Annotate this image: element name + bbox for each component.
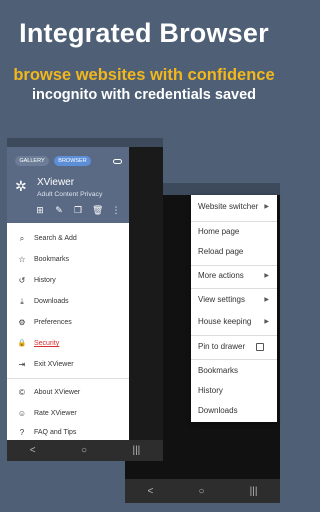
search-icon: ⌕ [19, 234, 25, 243]
drawer-item-label: History [34, 277, 56, 284]
drawer-item-bookmarks[interactable]: ☆ Bookmarks [7, 250, 129, 270]
left-phone-screen: GALLERY BROWSER ✲ XViewer Adult Content … [7, 138, 163, 461]
drawer-item-rate[interactable]: ☺ Rate XViewer [7, 404, 129, 424]
menu-item-label: View settings [198, 295, 245, 304]
navigation-bar: < ○ ||| [7, 440, 163, 461]
menu-item-more-actions[interactable]: More actions ▶ [191, 266, 277, 286]
menu-item-label: Downloads [198, 406, 238, 415]
smile-icon: ☺ [17, 409, 27, 418]
pin-checkbox[interactable] [256, 343, 264, 351]
exit-icon: ⇥ [18, 360, 26, 369]
menu-item-pin-to-drawer[interactable]: Pin to drawer [191, 337, 277, 357]
drawer-item-security[interactable]: 🔒 Security [7, 334, 129, 354]
promo-subtitle-1: browse websites with confidence [13, 66, 275, 84]
menu-item-label: History [198, 386, 223, 395]
menu-item-label: Website switcher [198, 202, 259, 211]
toggle-icon[interactable] [113, 159, 122, 164]
menu-divider [191, 359, 277, 360]
menu-item-house-keeping[interactable]: House keeping ▶ [191, 312, 277, 332]
menu-item-label: Home page [198, 227, 240, 236]
submenu-arrow-icon: ▶ [264, 204, 269, 210]
navigation-bar: < ○ ||| [125, 479, 280, 503]
more-vert-icon[interactable]: ⋮ [111, 205, 121, 215]
menu-item-label: Pin to drawer [198, 342, 246, 351]
drawer-item-history[interactable]: ↺ History [7, 271, 129, 291]
tab-browser[interactable]: BROWSER [54, 156, 91, 166]
menu-item-label: House keeping [198, 317, 252, 326]
submenu-arrow-icon: ▶ [264, 273, 269, 279]
edit-icon[interactable]: ✎ [54, 205, 64, 215]
drawer-item-label: Preferences [34, 319, 72, 326]
drawer-item-label: Exit XViewer [34, 361, 74, 368]
promo-headline: Integrated Browser [19, 18, 269, 48]
drawer-item-exit[interactable]: ⇥ Exit XViewer [7, 355, 129, 375]
status-bar [7, 138, 163, 147]
menu-item-reload-page[interactable]: Reload page [191, 242, 277, 262]
home-nav-icon[interactable]: ○ [81, 445, 87, 456]
app-subtitle: Adult Content Privacy [37, 191, 103, 198]
drawer-header: GALLERY BROWSER ✲ XViewer Adult Content … [7, 147, 129, 223]
drawer-divider [7, 378, 129, 379]
drawer-item-search-add[interactable]: ⌕ Search & Add [7, 229, 129, 249]
back-nav-icon[interactable]: < [148, 486, 154, 497]
submenu-arrow-icon: ▶ [264, 297, 269, 303]
back-nav-icon[interactable]: < [30, 445, 36, 456]
menu-item-label: More actions [198, 271, 244, 280]
home-nav-icon[interactable]: ○ [198, 486, 204, 497]
menu-item-website-switcher[interactable]: Website switcher ▶ [191, 197, 277, 217]
menu-divider [191, 335, 277, 336]
drawer-item-downloads[interactable]: ⤓ Downloads [7, 292, 129, 312]
drawer-item-label: Search & Add [34, 235, 77, 242]
recents-nav-icon[interactable]: ||| [132, 445, 140, 456]
download-icon: ⤓ [20, 297, 24, 306]
app-logo-icon: ✲ [15, 178, 27, 194]
drawer-item-label: Bookmarks [34, 256, 70, 263]
recents-nav-icon[interactable]: ||| [250, 486, 258, 497]
trash-icon[interactable]: 🗑 [92, 205, 103, 215]
menu-item-view-settings[interactable]: View settings ▶ [191, 290, 277, 310]
drawer-item-label: Security [34, 340, 60, 347]
copy-icon[interactable]: ❐ [73, 205, 83, 215]
navigation-drawer: GALLERY BROWSER ✲ XViewer Adult Content … [7, 147, 129, 440]
add-icon[interactable]: ⊞ [35, 205, 45, 215]
lock-icon: 🔒 [17, 340, 27, 347]
tab-gallery[interactable]: GALLERY [15, 156, 49, 166]
menu-item-home-page[interactable]: Home page [191, 222, 277, 242]
menu-item-history[interactable]: History [191, 381, 277, 401]
drawer-item-label: Downloads [34, 298, 69, 305]
history-icon: ↺ [18, 276, 26, 285]
drawer-item-preferences[interactable]: ⚙ Preferences [7, 313, 129, 333]
help-icon: ? [19, 428, 25, 437]
drawer-item-label: Rate XViewer [34, 410, 77, 417]
drawer-item-about[interactable]: © About XViewer [7, 383, 129, 403]
menu-item-bookmarks[interactable]: Bookmarks [191, 361, 277, 381]
submenu-arrow-icon: ▶ [264, 319, 269, 325]
drawer-item-label: About XViewer [34, 389, 81, 396]
menu-divider [191, 288, 277, 289]
gear-icon: ⚙ [18, 318, 26, 327]
star-icon: ☆ [18, 255, 26, 264]
menu-item-label: Bookmarks [198, 366, 239, 375]
app-name: XViewer [37, 177, 75, 188]
menu-item-label: Reload page [198, 247, 244, 256]
overflow-menu: Website switcher ▶ Home page Reload page… [191, 195, 277, 422]
copyright-icon: © [19, 388, 25, 397]
menu-item-downloads[interactable]: Downloads [191, 401, 277, 421]
promo-subtitle-2: incognito with credentials saved [32, 87, 256, 103]
